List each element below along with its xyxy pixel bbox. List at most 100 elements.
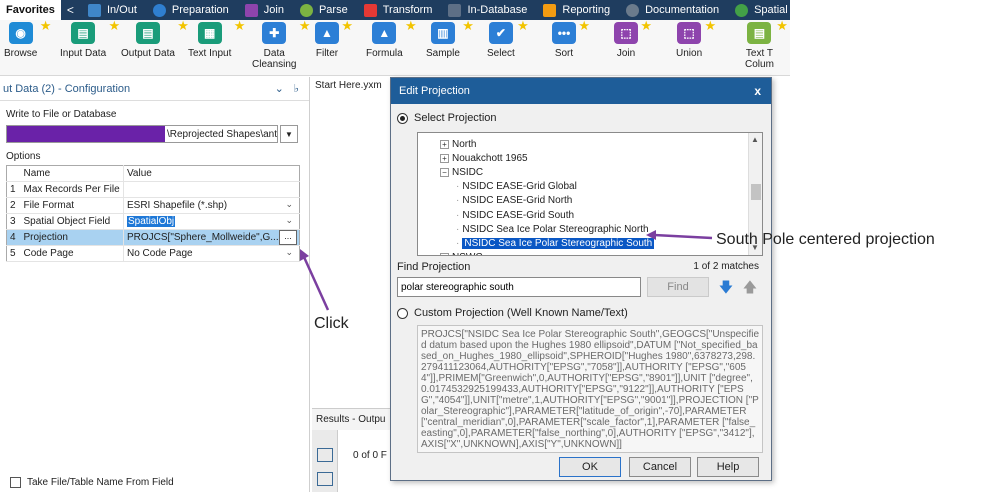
find-projection-input[interactable] xyxy=(397,277,641,297)
tree-node-selected[interactable]: · NSIDC Sea Ice Polar Stereographic South xyxy=(456,236,656,250)
canvas-tab[interactable]: Start Here.yxm xyxy=(315,80,382,91)
scroll-up-icon[interactable]: ▲ xyxy=(751,135,759,144)
chevron-down-icon[interactable]: ⌄ xyxy=(285,199,293,210)
find-button[interactable]: Find xyxy=(647,277,709,297)
chevron-down-icon[interactable]: ⌄ xyxy=(285,215,293,226)
custom-projection-radio[interactable] xyxy=(397,307,408,319)
favorite-star-icon[interactable]: ★ xyxy=(517,20,529,32)
select-projection-radio[interactable] xyxy=(397,112,408,124)
help-button[interactable]: Help xyxy=(697,457,759,477)
tab-parse[interactable]: Parse xyxy=(292,0,356,20)
take-file-checkbox[interactable] xyxy=(10,477,21,488)
cancel-button[interactable]: Cancel xyxy=(629,457,691,477)
row-value[interactable] xyxy=(123,181,300,198)
favorite-star-icon[interactable]: ★ xyxy=(704,20,716,32)
tree-node[interactable]: − NSIDC xyxy=(440,165,483,179)
tool-text-t-colum[interactable]: ▤ ★ Text T Colum xyxy=(745,20,788,70)
file-format-select[interactable]: ESRI Shapefile (*.shp) ⌄ xyxy=(123,197,300,214)
tab-join[interactable]: Join xyxy=(237,0,292,20)
tool-union[interactable]: ⬚ ★ Union xyxy=(676,20,716,59)
tree-node[interactable]: · NSIDC Sea Ice Polar Stereographic North xyxy=(456,222,649,236)
tab-reporting[interactable]: Reporting xyxy=(535,0,618,20)
tool-label: Sample xyxy=(426,48,460,59)
favorite-star-icon[interactable]: ★ xyxy=(405,20,417,32)
tab-favorites[interactable]: Favorites xyxy=(0,0,61,20)
annotation-south-pole: South Pole centered projection xyxy=(716,231,935,248)
tree-node[interactable]: + Nouakchott 1965 xyxy=(440,151,528,165)
tool-output-data[interactable]: ▤ ★ Output Data xyxy=(121,20,189,59)
tab-in-database[interactable]: In-Database xyxy=(440,0,535,20)
tool-sample[interactable]: ▥ ★ Sample xyxy=(426,20,474,59)
expand-icon[interactable]: + xyxy=(440,139,449,149)
category-icon xyxy=(735,3,749,17)
favorite-star-icon[interactable]: ★ xyxy=(40,20,52,32)
tool-label: Select xyxy=(487,48,515,59)
row-value: No Code Page xyxy=(127,248,193,259)
tool-join[interactable]: ⬚ ★ Join xyxy=(614,20,652,59)
wkt-textarea[interactable]: PROJCS["NSIDC Sea Ice Polar Stereographi… xyxy=(417,325,763,453)
chevron-down-icon[interactable]: ⌄ xyxy=(275,82,284,95)
favorite-star-icon[interactable]: ★ xyxy=(640,20,652,32)
chevron-down-icon[interactable]: ⌄ xyxy=(285,247,293,258)
favorite-star-icon[interactable]: ★ xyxy=(341,20,353,32)
tool-browse[interactable]: ◉ ★ Browse xyxy=(4,20,51,59)
write-dropdown-button[interactable]: ▼ xyxy=(280,125,298,143)
options-grid: Name Value 1 Max Records Per File 2 File… xyxy=(6,165,300,262)
tree-node[interactable]: · NSIDC EASE-Grid Global xyxy=(456,180,577,194)
favorite-star-icon[interactable]: ★ xyxy=(109,20,121,32)
tool-filter[interactable]: ▲ ★ Filter xyxy=(315,20,353,59)
favorite-star-icon[interactable]: ★ xyxy=(776,20,788,32)
tab-scroll-left-icon[interactable]: < xyxy=(61,3,80,17)
tree-node-label: NSIDC EASE-Grid Global xyxy=(462,181,577,193)
expand-icon[interactable]: + xyxy=(440,253,449,255)
tool-select[interactable]: ✔ ★ Select xyxy=(487,20,529,59)
tool-icon: ⬚ xyxy=(677,22,702,44)
row-name: Spatial Object Field xyxy=(20,213,124,230)
tree-connector-icon: · xyxy=(456,237,460,249)
tree-node[interactable]: · NSIDC EASE-Grid South xyxy=(456,208,574,222)
tree-node[interactable]: +NSWC xyxy=(440,251,483,255)
favorite-star-icon[interactable]: ★ xyxy=(462,20,474,32)
tree-node-label: North xyxy=(452,138,477,150)
tool-input-data[interactable]: ▤ ★ Input Data xyxy=(60,20,120,59)
sum-icon[interactable] xyxy=(317,472,333,486)
take-file-checkbox-row[interactable]: Take File/Table Name From Field xyxy=(10,477,174,488)
scroll-thumb[interactable] xyxy=(751,184,761,200)
arrow-up-icon[interactable]: 🡅 xyxy=(741,277,759,297)
option-row[interactable]: 5 Code Page No Code Page ⌄ xyxy=(6,245,300,262)
tool-sort[interactable]: ••• ★ Sort xyxy=(552,20,590,59)
tree-node[interactable]: · NSIDC EASE-Grid North xyxy=(456,194,572,208)
favorite-star-icon[interactable]: ★ xyxy=(578,20,590,32)
option-row[interactable]: 3 Spatial Object Field SpatialObj ⌄ xyxy=(6,213,300,230)
select-projection-option[interactable]: Select Projection xyxy=(397,112,497,124)
tab-transform[interactable]: Transform xyxy=(356,0,441,20)
write-path-field[interactable]: \Reprojected Shapes\ant xyxy=(6,125,278,143)
collapse-icon[interactable]: − xyxy=(440,167,449,177)
tool-data-cleansing[interactable]: ✚ ★ Data Cleansing xyxy=(252,20,310,70)
tree-node-label: Nouakchott 1965 xyxy=(452,152,528,164)
projection-edit-button[interactable]: ... xyxy=(279,230,297,245)
tab-preparation[interactable]: Preparation xyxy=(145,0,237,20)
favorite-star-icon[interactable]: ★ xyxy=(299,20,311,32)
tool-text-input[interactable]: ▦ ★ Text Input xyxy=(188,20,245,59)
option-row[interactable]: 1 Max Records Per File xyxy=(6,181,300,198)
tab-documentation[interactable]: Documentation xyxy=(618,0,727,20)
option-row[interactable]: 2 File Format ESRI Shapefile (*.shp) ⌄ xyxy=(6,197,300,214)
tab-spatial[interactable]: Spatial xyxy=(727,0,790,20)
code-page-select[interactable]: No Code Page ⌄ xyxy=(123,245,300,262)
close-icon[interactable]: x xyxy=(754,84,761,98)
projection-field[interactable]: PROJCS["Sphere_Mollweide",G...... xyxy=(123,229,300,246)
pin-icon[interactable]: ♭ xyxy=(294,82,299,95)
option-row-projection[interactable]: 4 Projection PROJCS["Sphere_Mollweide",G… xyxy=(6,229,300,246)
arrow-down-icon[interactable]: 🡇 xyxy=(717,277,735,297)
tool-formula[interactable]: ▲ ★ Formula xyxy=(366,20,417,59)
expand-icon[interactable]: + xyxy=(440,153,449,163)
spatial-field-select[interactable]: SpatialObj ⌄ xyxy=(123,213,300,230)
favorite-star-icon[interactable]: ★ xyxy=(234,20,246,32)
custom-projection-option[interactable]: Custom Projection (Well Known Name/Text) xyxy=(397,307,628,319)
tool-label: Union xyxy=(676,48,703,59)
table-icon[interactable] xyxy=(317,448,333,462)
tree-node[interactable]: + North xyxy=(440,137,476,151)
tab-in-out[interactable]: In/Out xyxy=(80,0,145,20)
ok-button[interactable]: OK xyxy=(559,457,621,477)
